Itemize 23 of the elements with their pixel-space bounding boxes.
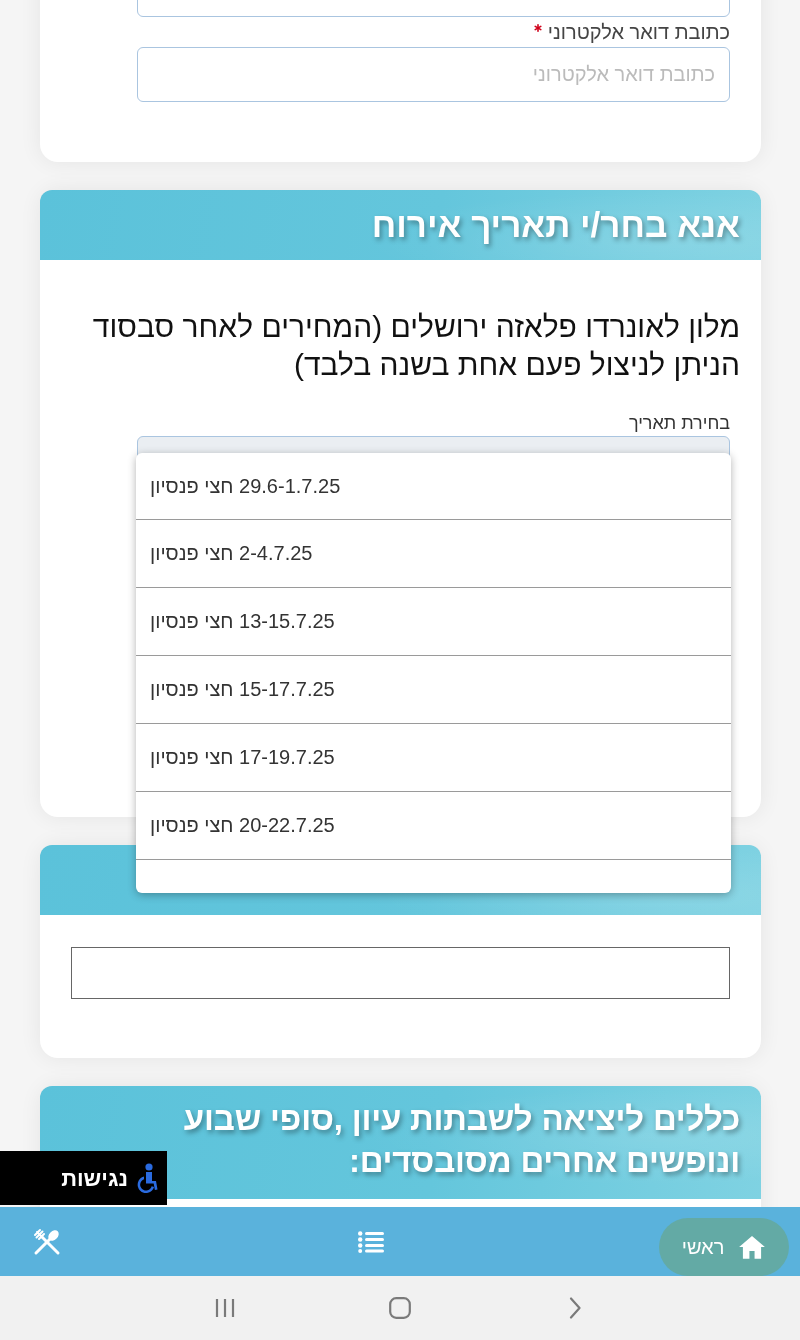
wheelchair-icon [136, 1163, 158, 1193]
dining-button[interactable] [33, 1227, 61, 1256]
text-area-field[interactable] [71, 947, 730, 999]
recent-apps-icon[interactable] [215, 1298, 235, 1318]
list-icon [358, 1230, 384, 1253]
email-field[interactable]: כתובת דואר אלקטרוני [137, 47, 730, 102]
hotel-description: מלון לאונרדו פלאזה ירושלים (המחירים לאחר סבסוד הניתן לניצול פעם אחת בשנה בלבד) [91, 309, 740, 383]
dropdown-option[interactable]: 17-19.7.25 חצי פנסיון [136, 724, 731, 792]
section-title: אנא בחר/י תאריך אירוח [371, 204, 740, 246]
home-button-icon[interactable] [389, 1297, 411, 1319]
back-icon[interactable] [569, 1297, 581, 1319]
accessibility-button[interactable]: נגישות [0, 1151, 167, 1205]
dropdown-option[interactable]: 15-17.7.25 חצי פנסיון [136, 656, 731, 724]
fork-and-spoon-icon [33, 1227, 61, 1256]
dropdown-option[interactable]: 2-4.7.25 חצי פנסיון [136, 520, 731, 588]
section-title: כללים ליציאה לשבתות עיון ,סופי שבוע ונופשים אחרים מסובסדים: [182, 1099, 740, 1181]
menu-button[interactable] [358, 1230, 384, 1253]
dropdown-option[interactable]: 20-22.7.25 חצי פנסיון [136, 792, 731, 860]
field-label: בחירת תאריך [627, 412, 730, 434]
field-label: כתובת דואר אלקטרוני [547, 21, 730, 43]
dropdown-option[interactable]: 29.6-1.7.25 חצי פנסיון [136, 453, 731, 520]
dropdown-option[interactable]: 13-15.7.25 חצי פנסיון [136, 588, 731, 656]
house-icon [738, 1234, 767, 1260]
